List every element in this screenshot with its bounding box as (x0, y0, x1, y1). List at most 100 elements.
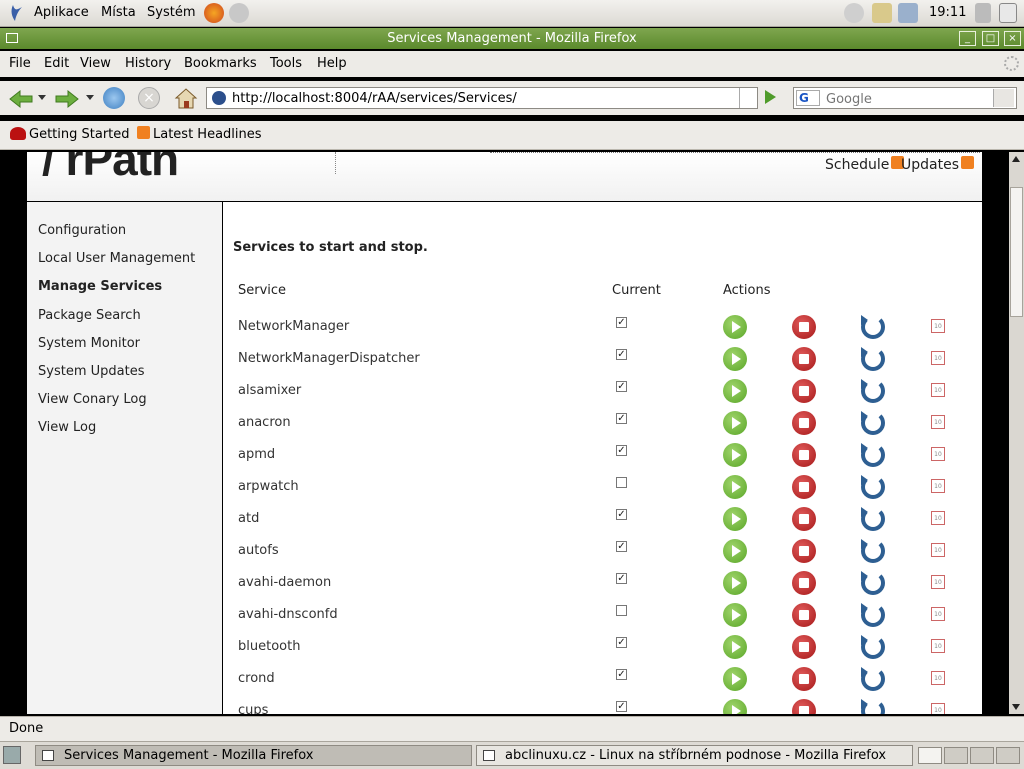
start-service-icon[interactable] (723, 347, 747, 371)
vertical-scrollbar[interactable] (1009, 152, 1024, 714)
schedule-link[interactable]: Schedule (825, 156, 905, 173)
current-checkbox[interactable]: ✓ (616, 349, 627, 360)
show-desktop-button-icon[interactable] (3, 746, 21, 764)
stop-service-icon[interactable] (792, 603, 816, 627)
forward-arrow-icon[interactable] (54, 89, 80, 113)
schedule-calendar-icon[interactable]: 10 (931, 479, 945, 493)
restart-service-icon[interactable] (861, 379, 885, 403)
search-bar[interactable]: G (793, 87, 1017, 109)
home-icon[interactable] (174, 87, 198, 113)
stop-service-icon[interactable] (792, 411, 816, 435)
workspace-3[interactable] (970, 747, 994, 764)
updates-link[interactable]: Updates (901, 156, 974, 173)
menu-file[interactable]: File (9, 56, 31, 71)
show-desktop-icon[interactable] (999, 3, 1017, 23)
restart-service-icon[interactable] (861, 539, 885, 563)
stop-service-icon[interactable] (792, 571, 816, 595)
forward-history-dropdown-icon[interactable] (86, 95, 94, 100)
schedule-calendar-icon[interactable]: 10 (931, 703, 945, 714)
current-checkbox[interactable]: ✓ (616, 669, 627, 680)
stop-service-icon[interactable] (792, 379, 816, 403)
menu-system[interactable]: Systém (147, 5, 195, 20)
task-firefox-services[interactable]: Services Management - Mozilla Firefox (35, 745, 472, 766)
menu-help[interactable]: Help (317, 56, 347, 71)
clipboard-icon[interactable] (872, 3, 892, 23)
restart-service-icon[interactable] (861, 699, 885, 714)
scrollbar-thumb[interactable] (1010, 187, 1023, 317)
restart-service-icon[interactable] (861, 443, 885, 467)
url-bar[interactable]: http://localhost:8004/rAA/services/Servi… (206, 87, 758, 109)
restart-service-icon[interactable] (861, 667, 885, 691)
search-tool-icon[interactable] (844, 3, 864, 23)
sidebar-item-package-search[interactable]: Package Search (38, 308, 141, 323)
stop-service-icon[interactable] (792, 443, 816, 467)
sidebar-item-system-updates[interactable]: System Updates (38, 364, 144, 379)
current-checkbox[interactable]: ✓ (616, 413, 627, 424)
updates-rss-icon[interactable] (961, 156, 974, 169)
current-checkbox[interactable] (616, 477, 627, 488)
product-logo[interactable]: / rPath (42, 152, 179, 186)
schedule-calendar-icon[interactable]: 10 (931, 415, 945, 429)
workspace-4[interactable] (996, 747, 1020, 764)
clock-applet-icon[interactable] (229, 3, 249, 23)
sidebar-item-system-monitor[interactable]: System Monitor (38, 336, 140, 351)
menu-history[interactable]: History (125, 56, 171, 71)
schedule-calendar-icon[interactable]: 10 (931, 575, 945, 589)
restart-service-icon[interactable] (861, 507, 885, 531)
back-history-dropdown-icon[interactable] (38, 95, 46, 100)
current-checkbox[interactable]: ✓ (616, 509, 627, 520)
menu-bookmarks[interactable]: Bookmarks (184, 56, 257, 71)
panel-clock[interactable]: 19:11 (929, 5, 966, 20)
restart-service-icon[interactable] (861, 603, 885, 627)
restart-service-icon[interactable] (861, 475, 885, 499)
current-checkbox[interactable]: ✓ (616, 573, 627, 584)
back-arrow-icon[interactable] (8, 89, 34, 113)
maximize-button[interactable]: □ (982, 31, 999, 46)
restart-service-icon[interactable] (861, 635, 885, 659)
start-service-icon[interactable] (723, 379, 747, 403)
current-checkbox[interactable] (616, 605, 627, 616)
current-checkbox[interactable]: ✓ (616, 445, 627, 456)
restart-service-icon[interactable] (861, 411, 885, 435)
stop-service-icon[interactable] (792, 475, 816, 499)
menu-view[interactable]: View (80, 56, 111, 71)
menu-tools[interactable]: Tools (270, 56, 302, 71)
task-firefox-abclinuxu[interactable]: abclinuxu.cz - Linux na stříbrném podnos… (476, 745, 913, 766)
restart-service-icon[interactable] (861, 571, 885, 595)
stop-service-icon[interactable] (792, 347, 816, 371)
bookmark-latest-headlines[interactable]: Latest Headlines (137, 126, 262, 142)
start-service-icon[interactable] (723, 635, 747, 659)
search-input[interactable] (824, 89, 988, 109)
schedule-calendar-icon[interactable]: 10 (931, 671, 945, 685)
schedule-calendar-icon[interactable]: 10 (931, 639, 945, 653)
search-magnifier-icon[interactable] (993, 89, 1014, 107)
network-icon[interactable] (898, 3, 918, 23)
stop-service-icon[interactable] (792, 539, 816, 563)
reload-icon[interactable] (103, 87, 125, 109)
schedule-calendar-icon[interactable]: 10 (931, 543, 945, 557)
sidebar-item-view-log[interactable]: View Log (38, 420, 96, 435)
menu-applications[interactable]: Aplikace (34, 5, 89, 20)
minimize-button[interactable]: _ (959, 31, 976, 46)
current-checkbox[interactable]: ✓ (616, 381, 627, 392)
close-button[interactable]: × (1004, 31, 1021, 46)
bookmark-getting-started[interactable]: Getting Started (10, 127, 130, 142)
google-engine-icon[interactable]: G (796, 90, 820, 106)
start-service-icon[interactable] (723, 443, 747, 467)
start-service-icon[interactable] (723, 475, 747, 499)
stop-service-icon[interactable] (792, 635, 816, 659)
schedule-calendar-icon[interactable]: 10 (931, 511, 945, 525)
start-service-icon[interactable] (723, 571, 747, 595)
start-service-icon[interactable] (723, 539, 747, 563)
start-service-icon[interactable] (723, 603, 747, 627)
current-checkbox[interactable]: ✓ (616, 637, 627, 648)
stop-service-icon[interactable] (792, 507, 816, 531)
window-titlebar[interactable]: Services Management - Mozilla Firefox _ … (0, 28, 1024, 49)
stop-service-icon[interactable] (792, 315, 816, 339)
schedule-calendar-icon[interactable]: 10 (931, 319, 945, 333)
start-service-icon[interactable] (723, 699, 747, 714)
firefox-launcher-icon[interactable] (204, 3, 224, 23)
start-service-icon[interactable] (723, 507, 747, 531)
gnome-foot-icon[interactable] (9, 3, 25, 23)
sidebar-item-configuration[interactable]: Configuration (38, 223, 126, 238)
